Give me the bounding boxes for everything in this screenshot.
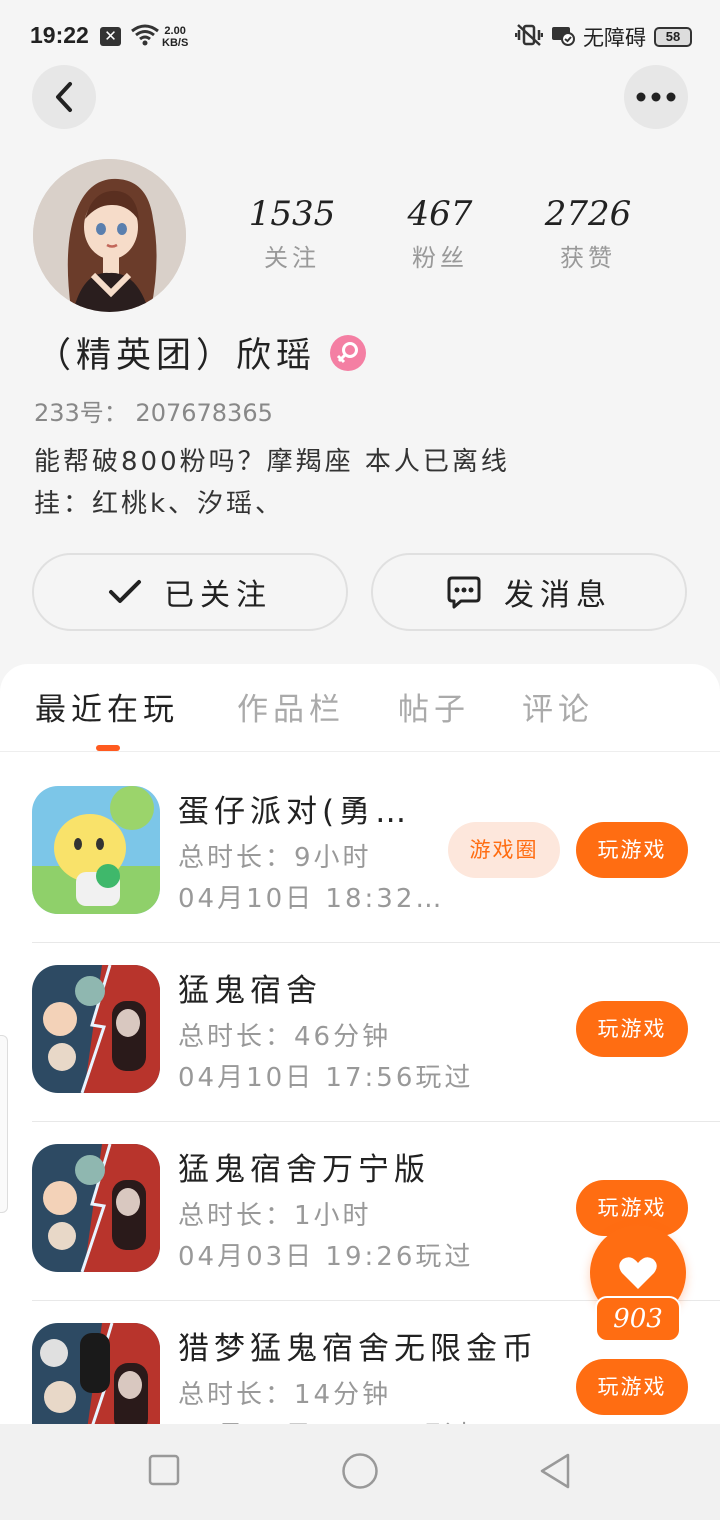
game-duration: 总时长：1小时 bbox=[178, 1201, 372, 1231]
game-title: 蛋仔派对(勇… bbox=[178, 794, 412, 830]
speed-value: 2.00 bbox=[164, 25, 186, 37]
vibrate-icon bbox=[514, 23, 544, 51]
stat-likes-label: 获赞 bbox=[560, 244, 616, 272]
more-dots-icon bbox=[636, 92, 676, 102]
stat-fans-label: 粉丝 bbox=[412, 244, 468, 272]
stat-following-value: 1535 bbox=[248, 194, 336, 234]
tab-recently-played[interactable]: 最近在玩 bbox=[35, 684, 179, 729]
chat-bubble-icon bbox=[446, 575, 482, 609]
game-icon-eggy-party bbox=[32, 786, 160, 914]
like-count: 903 bbox=[595, 1296, 681, 1342]
status-right: 无障碍 58 bbox=[514, 23, 692, 51]
checkmark-icon bbox=[108, 579, 142, 605]
game-title: 猛鬼宿舍 bbox=[178, 973, 322, 1009]
bio: 能帮破800粉吗？摩羯座 本人已离线 挂：红桃k、汐瑶、 bbox=[34, 441, 510, 525]
followed-button[interactable]: 已关注 bbox=[32, 553, 348, 631]
bio-line-2: 挂：红桃k、汐瑶、 bbox=[34, 489, 285, 519]
x-box-icon: ✕ bbox=[100, 27, 121, 46]
play-game-button[interactable]: 玩游戏 bbox=[576, 1001, 688, 1057]
game-last-played: 04月03日 19:26玩过 bbox=[178, 1242, 474, 1272]
stat-likes[interactable]: 2726 获赞 bbox=[533, 192, 643, 273]
game-duration: 总时长：9小时 bbox=[178, 843, 372, 873]
tab-comments[interactable]: 评论 bbox=[522, 684, 594, 729]
game-last-played: 04月10日 17:56玩过 bbox=[178, 1063, 474, 1093]
tab-posts[interactable]: 帖子 bbox=[398, 684, 470, 729]
more-button[interactable] bbox=[624, 65, 688, 129]
game-title: 猎梦猛鬼宿舍无限金币 bbox=[178, 1331, 538, 1367]
game-row[interactable]: 蛋仔派对(勇… 总时长：9小时 04月10日 18:32… 游戏圈 玩游戏 bbox=[0, 764, 720, 943]
stat-fans[interactable]: 467 粉丝 bbox=[385, 192, 495, 273]
followed-label: 已关注 bbox=[164, 578, 272, 613]
tab-works[interactable]: 作品栏 bbox=[237, 684, 345, 729]
female-icon bbox=[330, 334, 367, 371]
battery-indicator: 58 bbox=[654, 27, 692, 47]
chevron-left-icon bbox=[56, 82, 72, 112]
stat-following[interactable]: 1535 关注 bbox=[237, 192, 347, 273]
game-icon-haunted-dorm bbox=[32, 965, 160, 1093]
content-card: 最近在玩 作品栏 帖子 评论 蛋仔派对(勇… 总时长：9小时 04月10日 18… bbox=[0, 664, 720, 1520]
send-message-button[interactable]: 发消息 bbox=[371, 553, 687, 631]
cast-icon bbox=[551, 24, 575, 50]
stat-following-label: 关注 bbox=[264, 244, 320, 272]
nickname-row: （精英团）欣瑶 bbox=[36, 327, 367, 378]
game-icon-haunted-dorm-wanning bbox=[32, 1144, 160, 1272]
avatar-illustration bbox=[33, 159, 186, 312]
nickname: （精英团）欣瑶 bbox=[36, 336, 317, 376]
status-bar: 19:22 ✕ 2.00 KB/S 无障碍 58 bbox=[0, 0, 720, 72]
speed-unit: KB/S bbox=[162, 37, 189, 49]
stat-fans-value: 467 bbox=[407, 194, 473, 234]
back-nav-icon[interactable] bbox=[538, 1452, 572, 1494]
back-button[interactable] bbox=[32, 65, 96, 129]
avatar[interactable] bbox=[33, 159, 186, 312]
home-icon[interactable] bbox=[341, 1452, 379, 1494]
system-nav-bar bbox=[0, 1424, 720, 1520]
status-time: 19:22 bbox=[30, 22, 89, 48]
heart-icon bbox=[619, 1257, 657, 1289]
play-game-button[interactable]: 玩游戏 bbox=[576, 822, 688, 878]
bio-line-1: 能帮破800粉吗？摩羯座 本人已离线 bbox=[34, 447, 510, 477]
game-last-played: 04月10日 18:32… bbox=[178, 884, 445, 914]
game-circle-button[interactable]: 游戏圈 bbox=[448, 822, 560, 878]
stat-likes-value: 2726 bbox=[544, 194, 632, 234]
side-drawer-handle[interactable] bbox=[0, 1035, 8, 1213]
user-id: 233号： 207678365 bbox=[34, 399, 273, 427]
recent-apps-icon[interactable] bbox=[148, 1452, 180, 1492]
network-speed: 2.00 KB/S bbox=[162, 25, 188, 49]
send-message-label: 发消息 bbox=[504, 578, 612, 613]
game-row[interactable]: 猛鬼宿舍 总时长：46分钟 04月10日 17:56玩过 玩游戏 bbox=[0, 943, 720, 1122]
accessibility-label: 无障碍 bbox=[583, 26, 646, 50]
game-title: 猛鬼宿舍万宁版 bbox=[178, 1152, 430, 1188]
game-duration: 总时长：46分钟 bbox=[178, 1022, 392, 1052]
tab-bar: 最近在玩 作品栏 帖子 评论 bbox=[0, 664, 720, 752]
wifi-icon bbox=[130, 24, 160, 50]
play-game-button[interactable]: 玩游戏 bbox=[576, 1359, 688, 1415]
game-duration: 总时长：14分钟 bbox=[178, 1380, 392, 1410]
active-tab-indicator bbox=[96, 745, 120, 751]
